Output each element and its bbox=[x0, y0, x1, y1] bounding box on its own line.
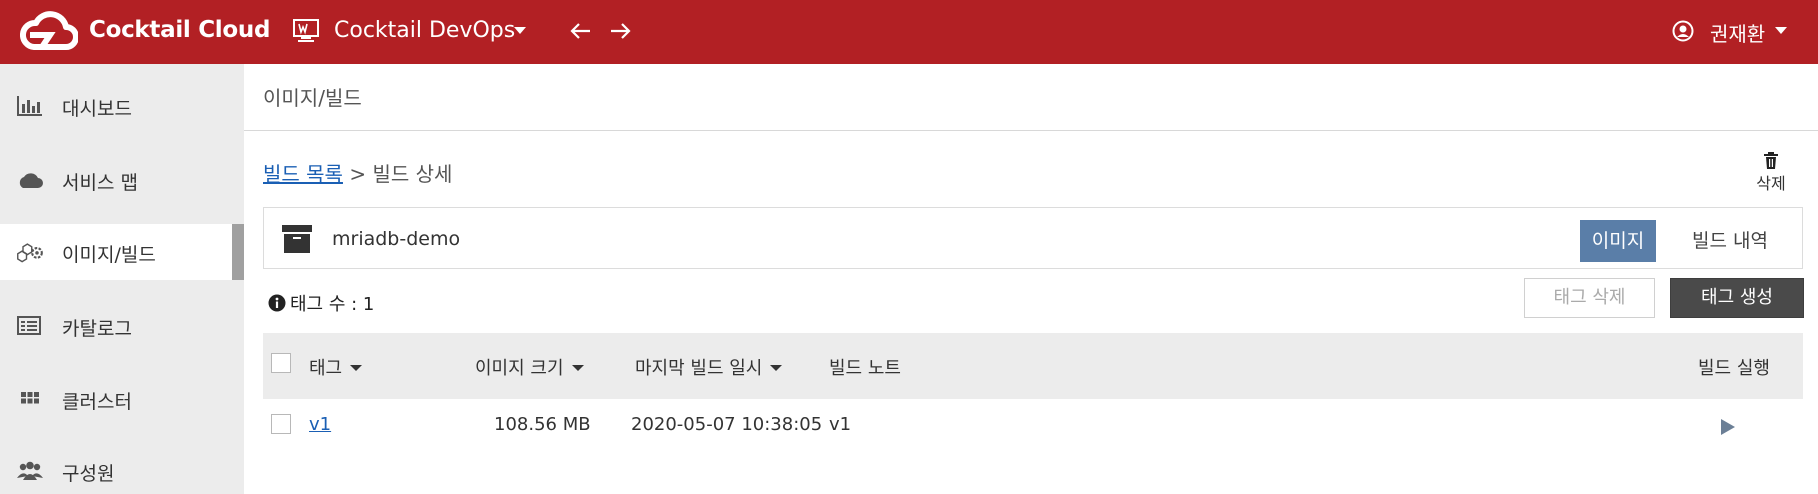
size-cell: 108.56 MB bbox=[494, 414, 591, 435]
arrow-right-icon[interactable] bbox=[607, 18, 633, 44]
build-note-cell: v1 bbox=[829, 414, 852, 435]
user-name[interactable]: 권재환 bbox=[1710, 18, 1765, 47]
sort-caret-icon bbox=[350, 365, 363, 371]
sort-caret-icon bbox=[571, 365, 584, 371]
breadcrumb: 빌드 목록 > 빌드 상세 bbox=[263, 158, 452, 187]
column-build-note: 빌드 노트 bbox=[829, 358, 901, 379]
cubes-gear-icon bbox=[17, 243, 43, 263]
info-icon bbox=[268, 294, 286, 312]
tag-link[interactable]: v1 bbox=[309, 414, 331, 435]
workspace-icon bbox=[293, 19, 319, 42]
users-icon bbox=[17, 461, 43, 480]
top-bar: Cocktail Cloud Cocktail DevOps 권재환 bbox=[0, 0, 1818, 64]
sidebar-item-label: 서비스 맵 bbox=[62, 172, 138, 194]
bar-chart-icon bbox=[17, 96, 42, 116]
list-card-icon bbox=[17, 316, 41, 335]
cloud-icon bbox=[19, 173, 43, 188]
breadcrumb-build-list-link[interactable]: 빌드 목록 bbox=[263, 162, 343, 186]
sidebar-item-label: 카탈로그 bbox=[62, 318, 132, 340]
trash-icon bbox=[1764, 152, 1778, 169]
table-header: 태그 이미지 크기 마지막 빌드 일시 빌드 노트 빌드 실행 bbox=[263, 333, 1803, 399]
sidebar-item-dashboard[interactable]: 대시보드 bbox=[0, 78, 244, 134]
sidebar-item-label: 구성원 bbox=[62, 463, 115, 485]
tag-count: 태그 수 : 1 bbox=[268, 290, 374, 316]
arrow-left-icon[interactable] bbox=[568, 18, 594, 44]
delete-build-button[interactable]: 삭제 bbox=[1750, 152, 1792, 193]
select-all-checkbox[interactable] bbox=[271, 353, 291, 373]
delete-label: 삭제 bbox=[1756, 174, 1786, 193]
title-divider bbox=[244, 130, 1818, 131]
column-tag[interactable]: 태그 bbox=[309, 354, 363, 380]
cloud-logo-icon[interactable] bbox=[20, 7, 78, 55]
sidebar-item-service-map[interactable]: 서비스 맵 bbox=[0, 152, 244, 208]
page-title: 이미지/빌드 bbox=[263, 86, 362, 110]
user-dropdown-icon[interactable] bbox=[1775, 27, 1787, 34]
create-tag-button[interactable]: 태그 생성 bbox=[1670, 278, 1804, 318]
brand-name[interactable]: Cocktail Cloud bbox=[89, 17, 270, 43]
sidebar-item-cluster[interactable]: 클러스터 bbox=[0, 371, 244, 427]
build-summary-card: mriadb-demo 이미지 빌드 내역 bbox=[263, 207, 1803, 269]
sidebar-item-label: 이미지/빌드 bbox=[62, 244, 156, 266]
sidebar: 대시보드 서비스 맵 이미지/빌드 카탈로그 클러스터 구성원 bbox=[0, 64, 244, 494]
breadcrumb-separator: > bbox=[349, 162, 367, 186]
last-build-cell: 2020-05-07 10:38:05 bbox=[631, 414, 823, 435]
archive-box-icon bbox=[282, 225, 312, 253]
delete-tag-button[interactable]: 태그 삭제 bbox=[1524, 278, 1655, 318]
tab-build-history[interactable]: 빌드 내역 bbox=[1670, 220, 1790, 262]
column-last-build[interactable]: 마지막 빌드 일시 bbox=[635, 354, 783, 380]
workspace-name[interactable]: Cocktail DevOps bbox=[334, 18, 515, 43]
sidebar-item-members[interactable]: 구성원 bbox=[0, 443, 244, 494]
sidebar-item-label: 클러스터 bbox=[62, 391, 132, 413]
breadcrumb-current: 빌드 상세 bbox=[372, 162, 453, 186]
column-image-size[interactable]: 이미지 크기 bbox=[475, 354, 584, 380]
sidebar-item-image-build[interactable]: 이미지/빌드 bbox=[0, 224, 244, 280]
grid-icon bbox=[21, 392, 39, 404]
tab-image[interactable]: 이미지 bbox=[1580, 220, 1656, 262]
sort-caret-icon bbox=[770, 365, 783, 371]
workspace-dropdown-icon[interactable] bbox=[514, 27, 526, 34]
sidebar-item-catalog[interactable]: 카탈로그 bbox=[0, 298, 244, 354]
table-row: v1 108.56 MB 2020-05-07 10:38:05 v1 bbox=[263, 399, 1803, 455]
tag-count-label: 태그 수 : 1 bbox=[290, 294, 375, 315]
sidebar-item-label: 대시보드 bbox=[62, 98, 132, 120]
row-checkbox[interactable] bbox=[271, 414, 291, 434]
tag-cell: v1 bbox=[309, 414, 331, 435]
column-build-run: 빌드 실행 bbox=[1698, 358, 1770, 379]
play-icon[interactable] bbox=[1719, 417, 1737, 437]
build-name: mriadb-demo bbox=[332, 228, 461, 250]
user-icon[interactable] bbox=[1672, 20, 1694, 42]
active-indicator bbox=[232, 224, 244, 280]
